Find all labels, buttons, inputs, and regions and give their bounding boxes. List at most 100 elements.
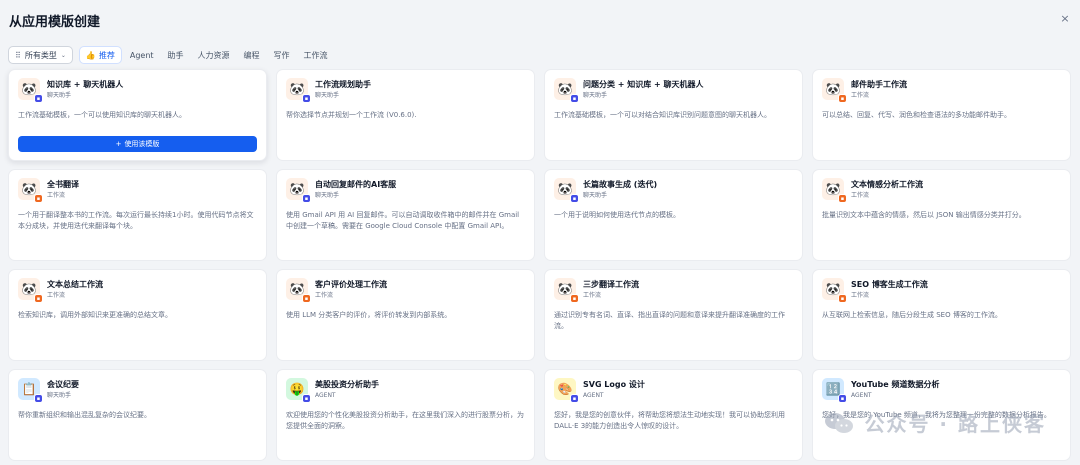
card-description: 从互联网上检索信息，随后分段生成 SEO 博客的工作流。 [822, 311, 1002, 319]
card-description: 工作流基础模板，一个可以对结合知识库识别问题意图的聊天机器人。 [554, 111, 771, 119]
template-card[interactable]: 🐼 ▪ 自动回复邮件的AI客服 聊天助手 使用 Gmail API 用 AI 回复邮件。… [276, 169, 535, 261]
template-card[interactable]: 🤑 ▪ 美股投资分析助手 AGENT 欢迎使用您的个性化美股投资分析助手，在这里我们深入… [276, 369, 535, 461]
card-header: 📋 ▪ 会议纪要 聊天助手 [18, 378, 257, 403]
card-type: 工作流 [583, 292, 602, 299]
chevron-down-icon: ⌄ [60, 51, 66, 59]
template-card[interactable]: 🐼 ▪ 全书翻译 工作流 一个用于翻译整本书的工作流。每次运行最长持续1小时。使用代码节… [8, 169, 267, 261]
card-type: 工作流 [851, 92, 870, 99]
card-description: 批量识别文本中蕴含的情感，然后以 JSON 输出情感分类并打分。 [822, 211, 1026, 219]
card-type: 聊天助手 [47, 392, 72, 399]
card-type: 工作流 [47, 292, 66, 299]
card-title: 全书翻译 [47, 180, 79, 189]
tab-workflow[interactable]: 工作流 [298, 46, 334, 64]
card-title: 知识库 + 聊天机器人 [47, 80, 124, 89]
card-type: 工作流 [315, 292, 334, 299]
card-header: 🤑 ▪ 美股投资分析助手 AGENT [286, 378, 525, 403]
card-header: 🐼 ▪ 客户评价处理工作流 工作流 [286, 278, 525, 303]
tab-assistant[interactable]: 助手 [162, 46, 190, 64]
template-card[interactable]: 🐼 ▪ SEO 博客生成工作流 工作流 从互联网上检索信息，随后分段生成 SEO 博客的… [812, 269, 1071, 361]
template-card[interactable]: 🐼 ▪ 问题分类 + 知识库 + 聊天机器人 聊天助手工作流基础模板，一个可以对结合知… [544, 69, 803, 161]
app-type-icon: ▪ [570, 194, 579, 203]
card-type: 工作流 [47, 192, 66, 199]
template-card[interactable]: 🐼 ▪ 文本总结工作流 工作流检索知识库，调用外部知识来更准确的总结文章。 [8, 269, 267, 361]
app-icon: 🐼 ▪ [822, 178, 847, 203]
tab-recommended[interactable]: 👍 推荐 [78, 46, 122, 64]
app-icon: 🐼 ▪ [554, 178, 579, 203]
card-type: 聊天助手 [583, 92, 608, 99]
template-card[interactable]: 🐼 ▪ 邮件助手工作流 工作流 可以总结、回复、代写、润色和检查语法的多功能邮件助手。 [812, 69, 1071, 161]
card-title: 文本情感分析工作流 [851, 180, 923, 189]
type-select[interactable]: ⠿ 所有类型 ⌄ [8, 46, 73, 64]
app-icon: 📋 ▪ [18, 378, 43, 403]
card-description: 一个用于说明如何使用迭代节点的模板。 [554, 211, 680, 219]
card-header: 🐼 ▪ 工作流规划助手 聊天助手 [286, 78, 525, 103]
app-type-icon: ▪ [34, 94, 43, 103]
app-type-icon: ▪ [838, 94, 847, 103]
app-icon: 🐼 ▪ [286, 78, 311, 103]
template-card[interactable]: 🐼 ▪ 三步翻译工作流 工作流通过识别专有名词、直译、指出直译的问题和意译来提升翻译准… [544, 269, 803, 361]
watermark: 公众号 · 路上侠客 [824, 408, 1046, 437]
page-title: 从应用模版创建 [9, 14, 101, 30]
app-type-icon: ▪ [302, 194, 311, 203]
template-card[interactable]: 🐼 ▪ 长篇故事生成 (迭代) 聊天助手一个用于说明如何使用迭代节点的模板。 [544, 169, 803, 261]
template-card[interactable]: 🐼 ▪ 文本情感分析工作流 工作流批量识别文本中蕴含的情感，然后以 JSON 输出情感… [812, 169, 1071, 261]
use-button-label: 使用该模版 [124, 140, 160, 148]
card-type: 工作流 [851, 192, 870, 199]
card-type: AGENT [315, 392, 336, 399]
card-description: 您好，我是您的创意伙伴，将帮助您将想法生动地实现！我可以协助您利用 DALL·E… [554, 411, 785, 430]
card-header: 🐼 ▪ 全书翻译 工作流 [18, 178, 257, 203]
app-type-icon: ▪ [34, 194, 43, 203]
card-header: 🎨 ▪ SVG Logo 设计 AGENT [554, 378, 793, 403]
tab-hr[interactable]: 人力资源 [192, 46, 236, 64]
card-header: 🐼 ▪ 文本总结工作流 工作流 [18, 278, 257, 303]
card-type: 聊天助手 [583, 192, 608, 199]
app-icon: 🐼 ▪ [286, 278, 311, 303]
app-type-icon: ▪ [570, 394, 579, 403]
close-icon[interactable]: × [1056, 9, 1074, 27]
tab-agent[interactable]: Agent [124, 46, 160, 64]
template-card[interactable]: 📋 ▪ 会议纪要 聊天助手帮你重新组织和输出混乱复杂的会议纪要。 [8, 369, 267, 461]
card-header: 🐼 ▪ 三步翻译工作流 工作流 [554, 278, 793, 303]
category-tabs: 👍 推荐 Agent 助手 人力资源 编程 写作 工作流 [78, 46, 334, 64]
card-title: 问题分类 + 知识库 + 聊天机器人 [583, 80, 704, 89]
card-description: 通过识别专有名词、直译、指出直译的问题和意译来提升翻译准确度的工作流。 [554, 311, 785, 330]
card-header: 🐼 ▪ 邮件助手工作流 工作流 [822, 78, 1061, 103]
grid-icon: ⠿ [15, 50, 21, 60]
card-title: 长篇故事生成 (迭代) [583, 180, 658, 189]
card-description: 帮你选择节点并规划一个工作流 (V0.6.0). [286, 111, 417, 119]
use-template-button[interactable]: + 使用该模版 [18, 136, 257, 152]
card-description: 工作流基础模板，一个可以使用知识库的聊天机器人。 [18, 111, 186, 119]
card-title: SEO 博客生成工作流 [851, 280, 928, 289]
template-card[interactable]: 🎨 ▪ SVG Logo 设计 AGENT 您好，我是您的创意伙伴，将帮助您将想法生动地… [544, 369, 803, 461]
watermark-text: 公众号 · 路上侠客 [864, 412, 1046, 436]
template-card[interactable]: 🐼 ▪ 知识库 + 聊天机器人 聊天助手工作流基础模板，一个可以使用知识库的聊天机器人… [8, 69, 267, 161]
template-card[interactable]: 🐼 ▪ 客户评价处理工作流 工作流使用 LLM 分类客户的评价，将评价转发到内部系统。 [276, 269, 535, 361]
card-title: 文本总结工作流 [47, 280, 103, 289]
card-header: 🐼 ▪ 文本情感分析工作流 工作流 [822, 178, 1061, 203]
card-description: 帮你重新组织和输出混乱复杂的会议纪要。 [18, 411, 151, 419]
app-icon: 🐼 ▪ [18, 278, 43, 303]
app-type-icon: ▪ [34, 394, 43, 403]
plus-icon: + [115, 140, 122, 148]
card-description: 检索知识库，调用外部知识来更准确的总结文章。 [18, 311, 172, 319]
card-title: 客户评价处理工作流 [315, 280, 387, 289]
app-type-icon: ▪ [838, 394, 847, 403]
type-select-label: 所有类型 [24, 50, 57, 60]
card-description: 欢迎使用您的个性化美股投资分析助手，在这里我们深入的进行股票分析，为您提供全面的… [286, 411, 524, 430]
card-description: 使用 LLM 分类客户的评价，将评价转发到内部系统。 [286, 311, 452, 319]
card-header: 🐼 ▪ 自动回复邮件的AI客服 聊天助手 [286, 178, 525, 203]
app-icon: 🐼 ▪ [822, 278, 847, 303]
wechat-icon [824, 412, 854, 434]
app-icon: 🐼 ▪ [554, 78, 579, 103]
tab-programming[interactable]: 编程 [238, 46, 266, 64]
app-icon: 🐼 ▪ [18, 78, 43, 103]
card-title: 三步翻译工作流 [583, 280, 639, 289]
card-header: 🔢 ▪ YouTube 频道数据分析 AGENT [822, 378, 1061, 403]
card-type: 聊天助手 [47, 92, 72, 99]
template-card[interactable]: 🐼 ▪ 工作流规划助手 聊天助手帮你选择节点并规划一个工作流 (V0.6.0). [276, 69, 535, 161]
card-type: 聊天助手 [315, 92, 340, 99]
app-type-icon: ▪ [838, 294, 847, 303]
app-icon: 🔢 ▪ [822, 378, 847, 403]
tab-writing[interactable]: 写作 [268, 46, 296, 64]
app-type-icon: ▪ [302, 294, 311, 303]
